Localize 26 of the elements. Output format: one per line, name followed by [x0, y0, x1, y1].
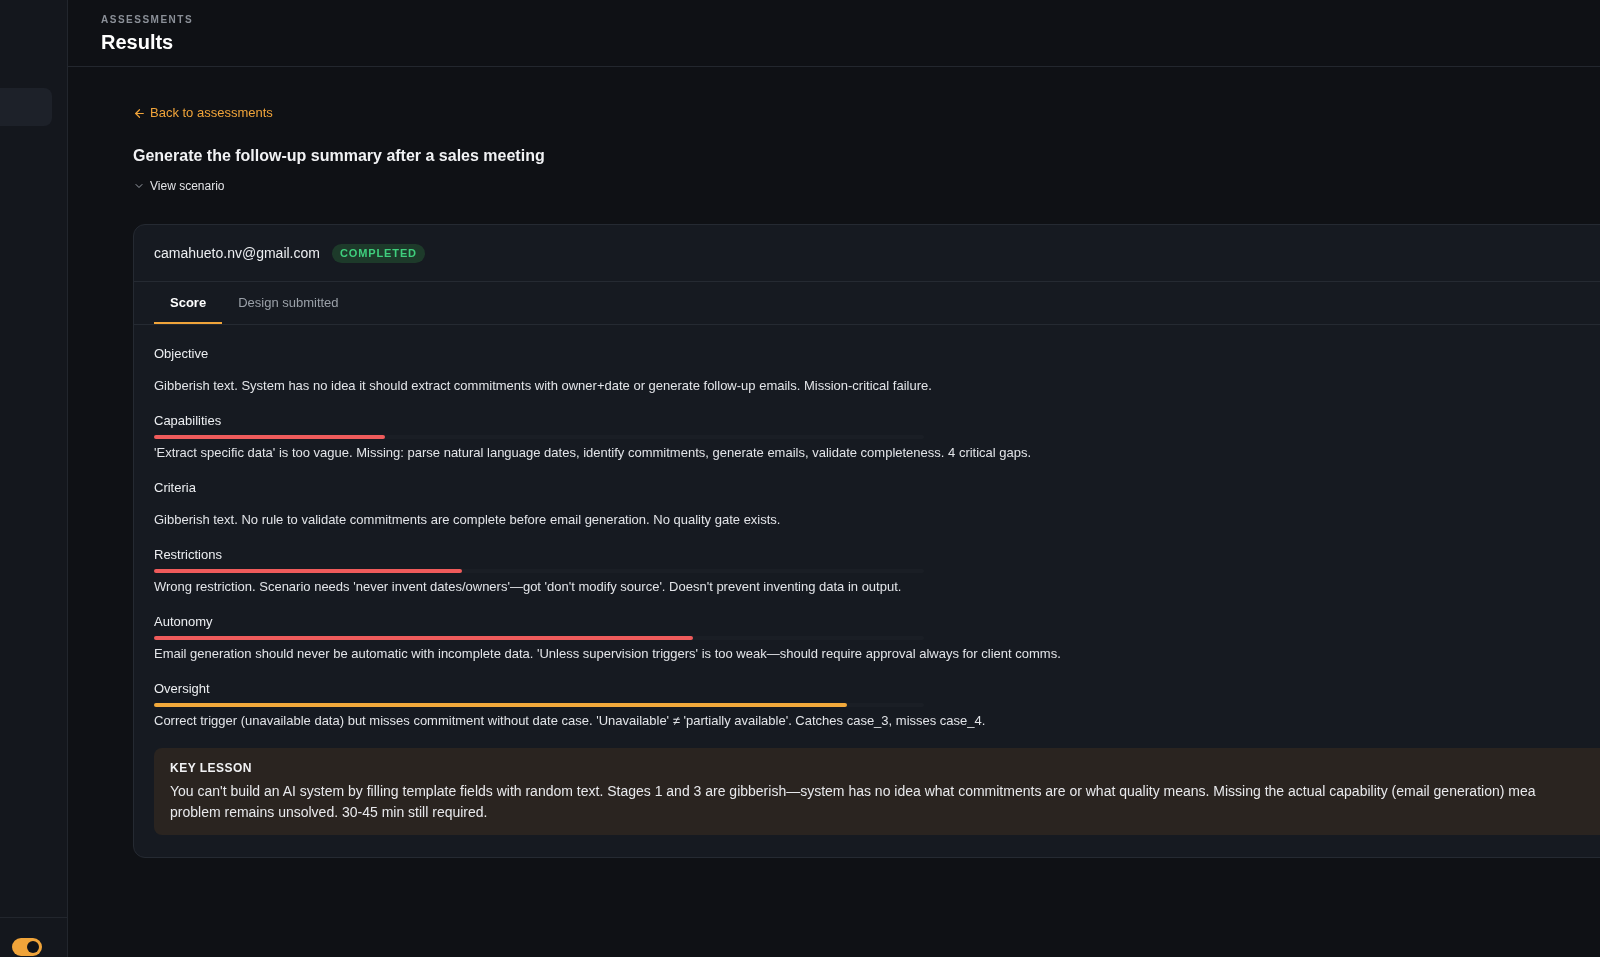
scenario-title: Generate the follow-up summary after a sales meeting — [133, 146, 545, 166]
arrow-left-icon — [133, 106, 146, 120]
criterion-feedback: 'Extract specific data' is too vague. Missing: parse natural language dates, identify commitments, generate emails, validate completeness. 4 critical gaps. — [154, 445, 1032, 461]
criterion-title: Restrictions — [154, 547, 222, 563]
criterion-feedback: Gibberish text. No rule to validate commitments are complete before email generation. No quality gate exists. — [154, 512, 781, 528]
key-lesson-text: You can't build an AI system by filling template fields with random text. Stages 1 and 3 are gibberish—system has no idea what commitments are or what quality means. Missing the actual capability (email generation) mea — [170, 782, 1536, 801]
criterion-feedback: Correct trigger (unavailable data) but misses commitment without date case. 'Unavailable' ≠ 'partially available'. Catches case_3, misses case_4. — [154, 713, 986, 729]
tab[interactable]: Design submitted — [222, 282, 355, 324]
key-lesson-heading: KEY LESSON — [170, 761, 252, 775]
view-scenario-toggle[interactable]: View scenario — [133, 178, 225, 194]
criterion-title: Objective — [154, 346, 209, 362]
breadcrumb-label: ASSESSMENTS — [101, 14, 194, 26]
criterion-title: Criteria — [154, 480, 196, 496]
criterion-title: Autonomy — [154, 614, 213, 630]
criterion-feedback: Gibberish text. System has no idea it should extract commitments with owner+date or generate follow-up emails. Mission-critical failure. — [154, 378, 932, 394]
tab[interactable]: Score — [154, 282, 223, 324]
back-link[interactable]: Back to assessments — [133, 104, 273, 122]
criterion-title: Capabilities — [154, 413, 222, 429]
criterion-feedback: Email generation should never be automatic with incomplete data. 'Unless supervision triggers' is too weak—should require approval always for client comms. — [154, 646, 1061, 662]
criterion-title: Oversight — [154, 681, 210, 697]
page-title: Results — [101, 30, 174, 55]
criterion-feedback: Wrong restriction. Scenario needs 'never invent dates/owners'—got 'don't modify source'. Doesn't prevent inventing data in output. — [154, 579, 902, 595]
key-lesson-text: problem remains unsolved. 30-45 min still required. — [170, 803, 488, 822]
status-badge: COMPLETED — [331, 243, 425, 263]
submitter-email: camahueto.nv@gmail.com — [154, 244, 320, 262]
toggle-switch[interactable] — [12, 938, 42, 956]
